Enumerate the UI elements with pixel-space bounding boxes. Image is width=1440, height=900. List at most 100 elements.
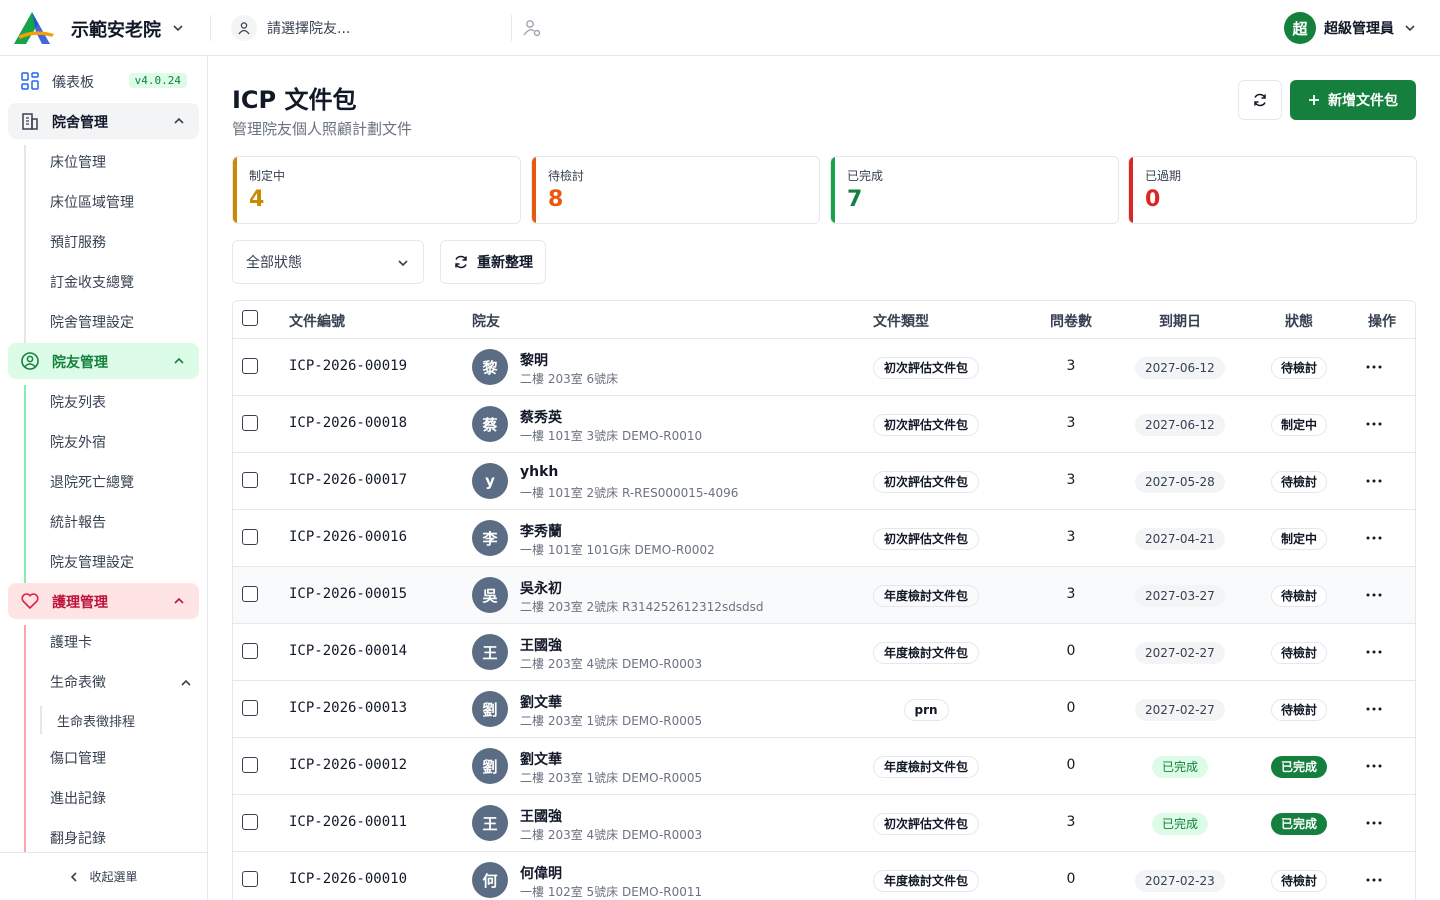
more-options-icon[interactable] [1364, 589, 1384, 601]
row-checkbox[interactable] [242, 643, 258, 659]
due-date-badge: 2027-06-12 [1135, 414, 1225, 436]
sidebar-item-resident-leave[interactable]: 院友外宿 [50, 432, 106, 452]
table-row[interactable]: ICP-2026-00017 y yhkh 一樓 101室 2號床 R-RES0000… [233, 453, 1415, 510]
sidebar-item-beds[interactable]: 床位管理 [50, 152, 106, 172]
doc-number[interactable]: ICP-2026-00012 [289, 757, 407, 773]
column-header[interactable]: 院友 [472, 311, 500, 331]
sidebar-item-turning[interactable]: 翻身記錄 [50, 828, 106, 848]
doc-number[interactable]: ICP-2026-00011 [289, 814, 407, 830]
row-checkbox[interactable] [242, 757, 258, 773]
row-checkbox[interactable] [242, 814, 258, 830]
doc-type-badge: prn [903, 699, 949, 721]
table-row[interactable]: ICP-2026-00016 李李秀蘭 一樓 101室 101G床 DEMO-R00… [233, 510, 1415, 567]
questionnaire-count: 0 [1066, 871, 1076, 887]
sidebar: 儀表板 v4.0.24 院舍管理 床位管理 床位區域管理 預訂服務 訂金收支總覽… [0, 56, 208, 900]
sidebar-item-resident-list[interactable]: 院友列表 [50, 392, 106, 412]
more-options-icon[interactable] [1364, 760, 1384, 772]
row-checkbox[interactable] [242, 700, 258, 716]
table-row[interactable]: ICP-2026-00012 劉劉文華 二樓 203室 1號床 DEMO-R0005… [233, 738, 1415, 795]
doc-number[interactable]: ICP-2026-00016 [289, 529, 407, 545]
sidebar-group-nursing[interactable]: 護理管理 [8, 583, 199, 619]
more-options-icon[interactable] [1364, 475, 1384, 487]
user-settings-icon[interactable] [522, 18, 542, 38]
sidebar-item-vital-schedule[interactable]: 生命表徵排程 [57, 711, 135, 730]
table-row[interactable]: ICP-2026-00010 何何偉明 一樓 102室 5號床 DEMO-R0011… [233, 852, 1415, 900]
sidebar-item-facility-settings[interactable]: 院舍管理設定 [50, 312, 134, 332]
sidebar-item-wound[interactable]: 傷口管理 [50, 748, 106, 768]
sidebar-item-nursing-card[interactable]: 護理卡 [50, 632, 92, 652]
more-options-icon[interactable] [1364, 874, 1384, 886]
row-checkbox[interactable] [242, 472, 258, 488]
chevron-up-icon [174, 357, 184, 364]
chevron-up-icon[interactable] [180, 677, 192, 689]
status-badge: 待檢討 [1271, 471, 1328, 493]
more-options-icon[interactable] [1364, 703, 1384, 715]
row-checkbox[interactable] [242, 529, 258, 545]
sidebar-item-statistics[interactable]: 統計報告 [50, 512, 106, 532]
doc-number[interactable]: ICP-2026-00010 [289, 871, 407, 887]
due-date-badge: 2027-02-27 [1135, 699, 1225, 721]
user-menu[interactable]: 超 超級管理員 [1284, 12, 1416, 44]
resident-bed: 二樓 203室 6號床 [520, 372, 619, 386]
doc-type-badge: 初次評估文件包 [873, 471, 980, 493]
more-options-icon[interactable] [1364, 418, 1384, 430]
more-options-icon[interactable] [1364, 646, 1384, 658]
doc-number[interactable]: ICP-2026-00015 [289, 586, 407, 602]
column-header[interactable]: 文件編號 [289, 311, 345, 331]
column-header[interactable]: 狀態 [1285, 311, 1313, 331]
resident-picker[interactable]: 請選擇院友... [231, 14, 511, 42]
stat-accent [532, 157, 536, 223]
table-row[interactable]: ICP-2026-00015 吳吳永初 二樓 203室 2號床 R314252612… [233, 567, 1415, 624]
column-header[interactable]: 問卷數 [1050, 311, 1092, 331]
submenu-line [24, 385, 26, 583]
chevron-down-icon [1405, 25, 1415, 32]
sidebar-item-in-out[interactable]: 進出記錄 [50, 788, 106, 808]
doc-number[interactable]: ICP-2026-00019 [289, 358, 407, 374]
more-options-icon[interactable] [1364, 817, 1384, 829]
sidebar-item-deposits[interactable]: 訂金收支總覽 [50, 272, 134, 292]
resident-bed: 二樓 203室 4號床 DEMO-R0003 [520, 828, 703, 842]
table-row[interactable]: ICP-2026-00018 蔡蔡秀英 一樓 101室 3號床 DEMO-R0010… [233, 396, 1415, 453]
org-name[interactable]: 示範安老院 [71, 16, 161, 42]
resident-bed: 一樓 101室 2號床 R-RES000015-4096 [520, 486, 739, 500]
sidebar-group-facility[interactable]: 院舍管理 [8, 103, 199, 139]
row-checkbox[interactable] [242, 415, 258, 431]
doc-number[interactable]: ICP-2026-00018 [289, 415, 407, 431]
table-row[interactable]: ICP-2026-00011 王王國強 二樓 203室 4號床 DEMO-R0003… [233, 795, 1415, 852]
table-row[interactable]: ICP-2026-00019 黎黎明 二樓 203室 6號床 初次評估文件包 3 2027… [233, 339, 1415, 396]
resident-name: 黎明 [520, 353, 548, 369]
sidebar-item-dashboard[interactable]: 儀表板 v4.0.24 [8, 63, 199, 99]
sidebar-item-resident-settings[interactable]: 院友管理設定 [50, 552, 134, 572]
app-logo-icon[interactable] [12, 10, 56, 46]
avatar: y [472, 463, 508, 499]
chevron-down-icon[interactable] [172, 22, 184, 34]
stat-value: 7 [847, 187, 863, 212]
sidebar-item-discharge-overview[interactable]: 退院死亡總覽 [50, 472, 134, 492]
doc-number[interactable]: ICP-2026-00013 [289, 700, 407, 716]
sidebar-item-bed-areas[interactable]: 床位區域管理 [50, 192, 134, 212]
row-checkbox[interactable] [242, 358, 258, 374]
stat-label: 待檢討 [548, 169, 585, 183]
more-options-icon[interactable] [1364, 361, 1384, 373]
table-row[interactable]: ICP-2026-00013 劉劉文華 二樓 203室 1號床 DEMO-R0005… [233, 681, 1415, 738]
reload-button[interactable]: 重新整理 [440, 240, 546, 284]
more-options-icon[interactable] [1364, 532, 1384, 544]
collapse-menu-button[interactable]: 收起選單 [0, 852, 207, 900]
column-header[interactable]: 到期日 [1159, 311, 1201, 331]
doc-number[interactable]: ICP-2026-00014 [289, 643, 407, 659]
status-badge: 制定中 [1271, 528, 1328, 550]
sidebar-group-residents[interactable]: 院友管理 [8, 343, 199, 379]
questionnaire-count: 3 [1066, 358, 1076, 374]
select-all-checkbox[interactable] [242, 310, 258, 326]
status-filter-select[interactable]: 全部狀態 [232, 240, 424, 284]
row-checkbox[interactable] [242, 871, 258, 887]
sidebar-item-reservations[interactable]: 預訂服務 [50, 232, 106, 252]
resident-name: 王國強 [520, 638, 562, 654]
sidebar-item-vital-signs[interactable]: 生命表徵 [50, 672, 106, 692]
new-package-button[interactable]: 新增文件包 [1290, 80, 1416, 120]
doc-number[interactable]: ICP-2026-00017 [289, 472, 407, 488]
row-checkbox[interactable] [242, 586, 258, 602]
table-row[interactable]: ICP-2026-00014 王王國強 二樓 203室 4號床 DEMO-R0003… [233, 624, 1415, 681]
refresh-button[interactable] [1238, 80, 1282, 120]
column-header[interactable]: 文件類型 [873, 311, 929, 331]
